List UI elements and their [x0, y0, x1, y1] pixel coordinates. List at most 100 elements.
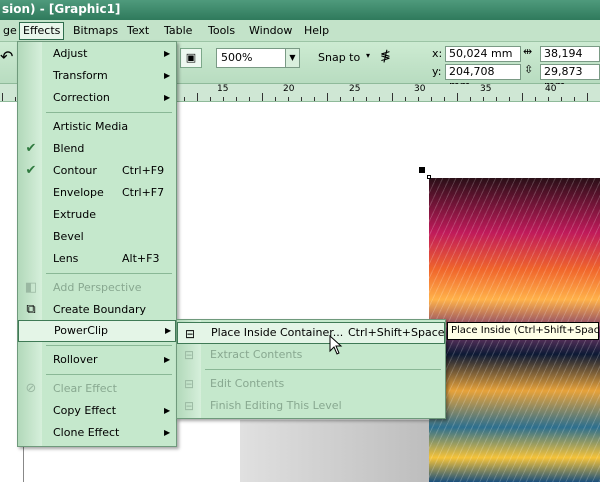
ruler-tick — [509, 97, 510, 101]
ruler-tick — [184, 97, 185, 101]
menu-item-correction[interactable]: Correction ▶ — [18, 87, 176, 109]
menu-item-edit-contents: ⊟ Edit Contents — [177, 373, 445, 395]
ruler-tick — [366, 97, 367, 101]
menu-view[interactable]: ge — [0, 22, 20, 40]
ruler-tick — [2, 93, 3, 101]
menu-item-label: Clone Effect — [53, 426, 120, 439]
place-inside-icon: ⊟ — [184, 327, 196, 341]
tooltip: Place Inside (Ctrl+Shift+Space) — [447, 322, 599, 340]
ruler-label: 25 — [349, 84, 361, 94]
menu-item-shortcut: Ctrl+F7 — [122, 186, 165, 199]
menu-item-label: Artistic Media — [53, 120, 129, 133]
menu-window[interactable]: Window — [246, 22, 295, 40]
zoom-select[interactable]: 500% ▼ — [216, 48, 300, 68]
ruler-tick — [522, 93, 523, 101]
menu-item-place-inside-container[interactable]: ⊟ Place Inside Container... Ctrl+Shift+S… — [177, 322, 445, 344]
width-icon: ⇹ — [523, 45, 533, 58]
menu-item-clear-effect: ⊘ Clear Effect — [18, 378, 176, 400]
menu-item-adjust[interactable]: Adjust ▶ — [18, 43, 176, 65]
chevron-down-icon[interactable]: ▼ — [285, 49, 299, 67]
ruler-tick — [574, 97, 575, 101]
submenu-arrow-icon: ▶ — [164, 49, 171, 58]
menu-text[interactable]: Text — [124, 22, 152, 40]
menu-item-artistic-media[interactable]: Artistic Media — [18, 116, 176, 138]
menu-item-rollover[interactable]: Rollover ▶ — [18, 349, 176, 371]
menu-item-powerclip[interactable]: PowerClip ▶ — [18, 320, 176, 342]
perspective-icon: ◧ — [24, 280, 38, 295]
ruler-tick — [314, 97, 315, 101]
menu-item-envelope[interactable]: Envelope Ctrl+F7 — [18, 182, 176, 204]
x-position-field[interactable]: 50,024 mm — [445, 46, 521, 62]
page-shadow — [240, 420, 430, 482]
width-field[interactable]: 38,194 mm — [540, 46, 600, 74]
ruler-tick — [301, 97, 302, 101]
ruler-tick — [197, 93, 198, 101]
menu-item-transform[interactable]: Transform ▶ — [18, 65, 176, 87]
menu-item-label: Create Boundary — [53, 303, 147, 316]
ruler-tick — [418, 97, 419, 101]
image-icon[interactable]: ▣ — [180, 48, 202, 68]
ruler-tick — [535, 97, 536, 101]
menu-item-extract-contents: ⊟ Extract Contents — [177, 344, 445, 366]
menu-item-label: Lens — [53, 252, 79, 265]
boundary-icon: ⧉ — [26, 302, 36, 317]
checkmark-icon: ✔ — [25, 163, 37, 178]
menu-item-lens[interactable]: Lens Alt+F3 — [18, 248, 176, 270]
menu-table[interactable]: Table — [161, 22, 195, 40]
menu-item-clone-effect[interactable]: Clone Effect ▶ — [18, 422, 176, 444]
menu-effects[interactable]: Effects — [19, 22, 65, 40]
ruler-tick — [457, 93, 458, 101]
ruler-tick — [431, 97, 432, 101]
snap-dropdown-icon[interactable]: ▾ — [366, 51, 370, 60]
menu-item-copy-effect[interactable]: Copy Effect ▶ — [18, 400, 176, 422]
menu-help[interactable]: Help — [301, 22, 332, 40]
menu-bitmaps[interactable]: Bitmaps — [70, 22, 121, 40]
alignment-guides-icon[interactable]: ≸ — [380, 49, 391, 64]
menu-item-contour[interactable]: ✔ Contour Ctrl+F9 — [18, 160, 176, 182]
edit-contents-icon: ⊟ — [183, 377, 195, 391]
menu-item-blend[interactable]: ✔ Blend — [18, 138, 176, 160]
ruler-tick — [353, 97, 354, 101]
ruler-tick — [548, 97, 549, 101]
menu-separator — [205, 369, 441, 370]
ruler-tick — [15, 97, 16, 101]
selection-handle[interactable] — [419, 167, 425, 173]
menu-separator — [46, 345, 172, 346]
menu-item-shortcut: Ctrl+F9 — [122, 164, 165, 177]
menu-item-label: Copy Effect — [53, 404, 117, 417]
effects-menu: Adjust ▶ Transform ▶ Correction ▶ Artist… — [17, 41, 177, 447]
ruler-label: 20 — [283, 84, 295, 94]
submenu-arrow-icon: ▶ — [164, 428, 171, 437]
menu-item-bevel[interactable]: Bevel — [18, 226, 176, 248]
submenu-arrow-icon: ▶ — [164, 355, 171, 364]
window-title: sion) - [Graphic1] — [0, 0, 600, 20]
menu-bar: ge Effects Bitmaps Text Table Tools Wind… — [0, 20, 600, 42]
ruler-label: 30 — [414, 84, 426, 94]
menu-tools[interactable]: Tools — [205, 22, 238, 40]
submenu-arrow-icon: ▶ — [165, 326, 172, 335]
ruler-tick — [327, 93, 328, 101]
finish-editing-icon: ⊟ — [183, 399, 195, 413]
ruler-tick — [210, 97, 211, 101]
menu-item-label: Extrude — [53, 208, 97, 221]
ruler-tick — [587, 93, 588, 101]
y-position-field[interactable]: 204,708 mm — [445, 64, 521, 92]
menu-item-label: Extract Contents — [210, 348, 303, 361]
zoom-value: 500% — [221, 51, 253, 64]
snap-to-label[interactable]: Snap to — [318, 51, 360, 64]
menu-separator — [46, 273, 172, 274]
ruler-tick — [444, 97, 445, 101]
submenu-arrow-icon: ▶ — [164, 93, 171, 102]
selection-anchor[interactable] — [427, 175, 431, 179]
menu-item-extrude[interactable]: Extrude — [18, 204, 176, 226]
ruler-tick — [288, 97, 289, 101]
mouse-cursor-icon — [329, 335, 343, 355]
menu-item-create-boundary[interactable]: ⧉ Create Boundary — [18, 299, 176, 321]
undo-icon[interactable]: ↶ — [0, 47, 14, 67]
ruler-tick — [249, 97, 250, 101]
menu-item-shortcut: Alt+F3 — [122, 252, 160, 265]
menu-separator — [46, 112, 172, 113]
menu-item-label: Contour — [53, 164, 97, 177]
menu-separator — [46, 374, 172, 375]
height-field[interactable]: 29,873 mm — [540, 64, 600, 92]
